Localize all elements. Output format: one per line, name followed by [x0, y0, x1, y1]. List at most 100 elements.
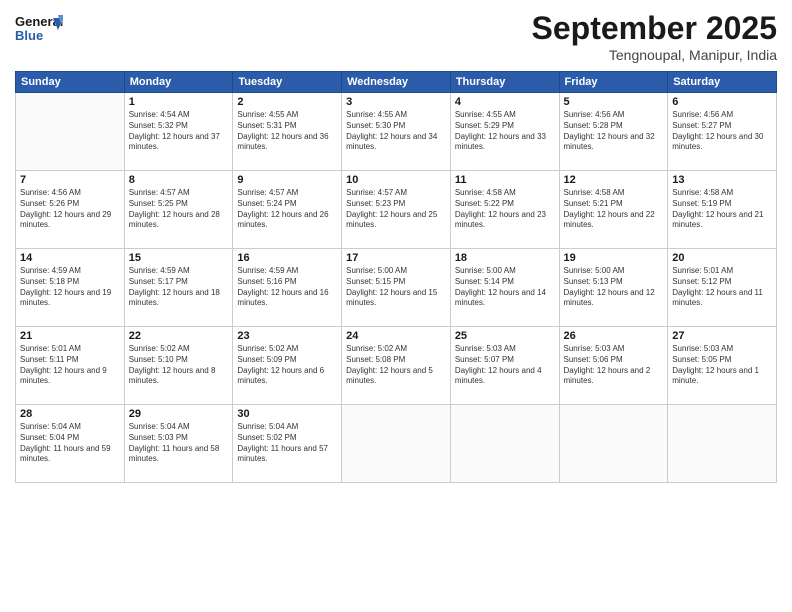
page-header: General Blue September 2025 Tengnoupal, … — [15, 10, 777, 63]
calendar-cell: 5 Sunrise: 4:56 AM Sunset: 5:28 PM Daylig… — [559, 93, 668, 171]
day-number: 9 — [237, 174, 337, 186]
day-info: Sunrise: 4:56 AM Sunset: 5:28 PM Dayligh… — [564, 110, 664, 153]
day-info: Sunrise: 4:58 AM Sunset: 5:19 PM Dayligh… — [672, 188, 772, 231]
calendar-cell: 23 Sunrise: 5:02 AM Sunset: 5:09 PM Dayli… — [233, 327, 342, 405]
header-thursday: Thursday — [450, 72, 559, 93]
day-number: 16 — [237, 252, 337, 264]
day-info: Sunrise: 5:02 AM Sunset: 5:08 PM Dayligh… — [346, 344, 446, 387]
calendar-cell: 4 Sunrise: 4:55 AM Sunset: 5:29 PM Daylig… — [450, 93, 559, 171]
day-info: Sunrise: 4:56 AM Sunset: 5:27 PM Dayligh… — [672, 110, 772, 153]
calendar-cell: 3 Sunrise: 4:55 AM Sunset: 5:30 PM Daylig… — [342, 93, 451, 171]
day-number: 29 — [129, 408, 229, 420]
calendar-cell: 11Sunrise: 4:58 AM Sunset: 5:22 PM Dayli… — [450, 171, 559, 249]
calendar-cell — [668, 405, 777, 483]
header-sunday: Sunday — [16, 72, 125, 93]
header-monday: Monday — [124, 72, 233, 93]
day-info: Sunrise: 4:59 AM Sunset: 5:16 PM Dayligh… — [237, 266, 337, 309]
day-number: 23 — [237, 330, 337, 342]
day-info: Sunrise: 4:54 AM Sunset: 5:32 PM Dayligh… — [129, 110, 229, 153]
day-number: 14 — [20, 252, 120, 264]
day-number: 18 — [455, 252, 555, 264]
day-number: 26 — [564, 330, 664, 342]
day-info: Sunrise: 5:00 AM Sunset: 5:13 PM Dayligh… — [564, 266, 664, 309]
calendar-row: 1 Sunrise: 4:54 AM Sunset: 5:32 PM Daylig… — [16, 93, 777, 171]
day-info: Sunrise: 4:57 AM Sunset: 5:23 PM Dayligh… — [346, 188, 446, 231]
day-info: Sunrise: 5:00 AM Sunset: 5:15 PM Dayligh… — [346, 266, 446, 309]
calendar-cell: 20Sunrise: 5:01 AM Sunset: 5:12 PM Dayli… — [668, 249, 777, 327]
day-number: 15 — [129, 252, 229, 264]
calendar-cell — [559, 405, 668, 483]
calendar-cell: 14 Sunrise: 4:59 AM Sunset: 5:18 PM Dayli… — [16, 249, 125, 327]
calendar-cell: 13Sunrise: 4:58 AM Sunset: 5:19 PM Dayli… — [668, 171, 777, 249]
day-number: 21 — [20, 330, 120, 342]
day-info: Sunrise: 4:59 AM Sunset: 5:18 PM Dayligh… — [20, 266, 120, 309]
calendar-cell — [16, 93, 125, 171]
day-number: 19 — [564, 252, 664, 264]
calendar-cell: 12Sunrise: 4:58 AM Sunset: 5:21 PM Dayli… — [559, 171, 668, 249]
calendar-cell: 6 Sunrise: 4:56 AM Sunset: 5:27 PM Daylig… — [668, 93, 777, 171]
day-info: Sunrise: 5:01 AM Sunset: 5:11 PM Dayligh… — [20, 344, 120, 387]
day-number: 17 — [346, 252, 446, 264]
calendar-cell: 2 Sunrise: 4:55 AM Sunset: 5:31 PM Daylig… — [233, 93, 342, 171]
location: Tengnoupal, Manipur, India — [532, 47, 777, 63]
day-number: 20 — [672, 252, 772, 264]
day-number: 4 — [455, 96, 555, 108]
calendar-cell: 15 Sunrise: 4:59 AM Sunset: 5:17 PM Dayli… — [124, 249, 233, 327]
calendar-cell: 17 Sunrise: 5:00 AM Sunset: 5:15 PM Dayli… — [342, 249, 451, 327]
day-info: Sunrise: 5:04 AM Sunset: 5:03 PM Dayligh… — [129, 422, 229, 465]
calendar-row: 7 Sunrise: 4:56 AM Sunset: 5:26 PM Daylig… — [16, 171, 777, 249]
day-info: Sunrise: 5:02 AM Sunset: 5:09 PM Dayligh… — [237, 344, 337, 387]
day-info: Sunrise: 4:55 AM Sunset: 5:30 PM Dayligh… — [346, 110, 446, 153]
calendar-cell: 1 Sunrise: 4:54 AM Sunset: 5:32 PM Daylig… — [124, 93, 233, 171]
title-section: September 2025 Tengnoupal, Manipur, Indi… — [532, 10, 777, 63]
calendar-cell: 7 Sunrise: 4:56 AM Sunset: 5:26 PM Daylig… — [16, 171, 125, 249]
day-number: 1 — [129, 96, 229, 108]
day-number: 25 — [455, 330, 555, 342]
day-info: Sunrise: 5:04 AM Sunset: 5:04 PM Dayligh… — [20, 422, 120, 465]
calendar-cell: 29 Sunrise: 5:04 AM Sunset: 5:03 PM Dayli… — [124, 405, 233, 483]
day-number: 5 — [564, 96, 664, 108]
calendar-row: 28 Sunrise: 5:04 AM Sunset: 5:04 PM Dayli… — [16, 405, 777, 483]
day-number: 10 — [346, 174, 446, 186]
day-number: 12 — [564, 174, 664, 186]
day-info: Sunrise: 5:03 AM Sunset: 5:07 PM Dayligh… — [455, 344, 555, 387]
day-number: 6 — [672, 96, 772, 108]
day-info: Sunrise: 4:55 AM Sunset: 5:31 PM Dayligh… — [237, 110, 337, 153]
calendar-cell — [342, 405, 451, 483]
day-number: 28 — [20, 408, 120, 420]
calendar-cell: 18 Sunrise: 5:00 AM Sunset: 5:14 PM Dayli… — [450, 249, 559, 327]
header-friday: Friday — [559, 72, 668, 93]
calendar-cell: 30 Sunrise: 5:04 AM Sunset: 5:02 PM Dayli… — [233, 405, 342, 483]
header-wednesday: Wednesday — [342, 72, 451, 93]
day-number: 22 — [129, 330, 229, 342]
day-info: Sunrise: 4:56 AM Sunset: 5:26 PM Dayligh… — [20, 188, 120, 231]
day-number: 30 — [237, 408, 337, 420]
svg-text:Blue: Blue — [15, 28, 43, 43]
day-number: 2 — [237, 96, 337, 108]
calendar-cell: 16 Sunrise: 4:59 AM Sunset: 5:16 PM Dayli… — [233, 249, 342, 327]
calendar-cell: 27 Sunrise: 5:03 AM Sunset: 5:05 PM Dayli… — [668, 327, 777, 405]
logo: General Blue — [15, 10, 63, 48]
calendar-table: Sunday Monday Tuesday Wednesday Thursday… — [15, 71, 777, 483]
day-info: Sunrise: 5:00 AM Sunset: 5:14 PM Dayligh… — [455, 266, 555, 309]
calendar-cell: 24Sunrise: 5:02 AM Sunset: 5:08 PM Dayli… — [342, 327, 451, 405]
calendar-cell: 21 Sunrise: 5:01 AM Sunset: 5:11 PM Dayli… — [16, 327, 125, 405]
day-info: Sunrise: 4:57 AM Sunset: 5:25 PM Dayligh… — [129, 188, 229, 231]
day-info: Sunrise: 5:03 AM Sunset: 5:06 PM Dayligh… — [564, 344, 664, 387]
calendar-cell: 25 Sunrise: 5:03 AM Sunset: 5:07 PM Dayli… — [450, 327, 559, 405]
calendar-row: 21 Sunrise: 5:01 AM Sunset: 5:11 PM Dayli… — [16, 327, 777, 405]
day-info: Sunrise: 5:03 AM Sunset: 5:05 PM Dayligh… — [672, 344, 772, 387]
day-number: 27 — [672, 330, 772, 342]
day-info: Sunrise: 4:57 AM Sunset: 5:24 PM Dayligh… — [237, 188, 337, 231]
day-number: 8 — [129, 174, 229, 186]
calendar-cell: 28 Sunrise: 5:04 AM Sunset: 5:04 PM Dayli… — [16, 405, 125, 483]
day-info: Sunrise: 4:59 AM Sunset: 5:17 PM Dayligh… — [129, 266, 229, 309]
day-info: Sunrise: 5:04 AM Sunset: 5:02 PM Dayligh… — [237, 422, 337, 465]
day-info: Sunrise: 4:55 AM Sunset: 5:29 PM Dayligh… — [455, 110, 555, 153]
calendar-cell: 9 Sunrise: 4:57 AM Sunset: 5:24 PM Daylig… — [233, 171, 342, 249]
header-tuesday: Tuesday — [233, 72, 342, 93]
day-number: 11 — [455, 174, 555, 186]
day-number: 3 — [346, 96, 446, 108]
day-number: 7 — [20, 174, 120, 186]
calendar-cell: 8 Sunrise: 4:57 AM Sunset: 5:25 PM Daylig… — [124, 171, 233, 249]
